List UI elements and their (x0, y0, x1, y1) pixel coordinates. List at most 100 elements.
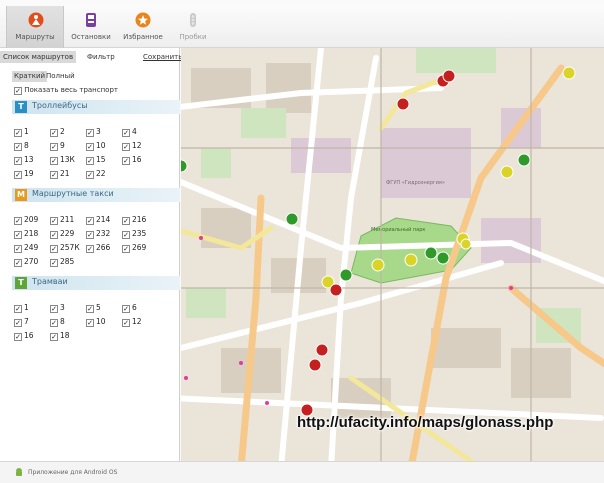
checkbox[interactable]: ✓ (86, 305, 94, 313)
view-full[interactable]: Полный (44, 71, 77, 82)
route-checkbox[interactable]: ✓ 8 (50, 316, 65, 327)
checkbox[interactable]: ✓ (14, 87, 22, 95)
view-short[interactable]: Краткий (12, 71, 48, 82)
route-number: 5 (96, 303, 101, 312)
checkbox[interactable]: ✓ (14, 129, 22, 137)
map-canvas[interactable]: Мемориальный парк ФГУП «Гидроэнергия» (181, 48, 604, 461)
route-checkbox[interactable]: ✓ 257К (50, 242, 80, 253)
route-number: 1 (24, 303, 29, 312)
route-checkbox[interactable]: ✓ 8 (14, 140, 29, 151)
route-checkbox[interactable]: ✓ 7 (14, 316, 29, 327)
checkbox[interactable]: ✓ (50, 259, 58, 267)
checkbox[interactable]: ✓ (122, 143, 130, 151)
route-checkbox[interactable]: ✓ 209 (14, 214, 38, 225)
route-checkbox[interactable]: ✓ 2 (50, 126, 65, 137)
checkbox[interactable]: ✓ (50, 217, 58, 225)
checkbox[interactable]: ✓ (122, 245, 130, 253)
route-checkbox[interactable]: ✓ 16 (122, 154, 142, 165)
checkbox[interactable]: ✓ (50, 171, 58, 179)
checkbox[interactable]: ✓ (122, 217, 130, 225)
route-checkbox[interactable]: ✓ 13 (14, 154, 34, 165)
checkbox[interactable]: ✓ (50, 129, 58, 137)
checkbox[interactable]: ✓ (50, 333, 58, 341)
route-checkbox[interactable]: ✓ 3 (50, 302, 65, 313)
checkbox[interactable]: ✓ (50, 305, 58, 313)
checkbox[interactable]: ✓ (122, 231, 130, 239)
route-checkbox[interactable]: ✓ 232 (86, 228, 110, 239)
checkbox[interactable]: ✓ (86, 157, 94, 165)
route-checkbox[interactable]: ✓ 18 (50, 330, 70, 341)
route-checkbox[interactable]: ✓ 285 (50, 256, 74, 267)
subtab-routes-list[interactable]: Список маршрутов (0, 51, 77, 63)
route-checkbox[interactable]: ✓ 4 (122, 126, 137, 137)
app-window: Маршруты Остановки Избранное Пробки Спис… (0, 0, 604, 483)
route-checkbox[interactable]: ✓ 214 (86, 214, 110, 225)
checkbox[interactable]: ✓ (50, 245, 58, 253)
checkbox[interactable]: ✓ (122, 129, 130, 137)
route-checkbox[interactable]: ✓ 12 (122, 316, 142, 327)
route-checkbox[interactable]: ✓ 211 (50, 214, 74, 225)
checkbox[interactable]: ✓ (14, 157, 22, 165)
trolleybus-badge-icon: Т (15, 101, 27, 113)
route-checkbox[interactable]: ✓ 216 (122, 214, 146, 225)
park-label: Мемориальный парк (371, 226, 425, 233)
checkbox[interactable]: ✓ (86, 171, 94, 179)
checkbox[interactable]: ✓ (14, 231, 22, 239)
category-trolleybus[interactable]: Т Троллейбусы (12, 100, 180, 114)
checkbox[interactable]: ✓ (86, 319, 94, 327)
checkbox[interactable]: ✓ (14, 259, 22, 267)
tab-stops[interactable]: Остановки (62, 6, 120, 48)
route-checkbox[interactable]: ✓ 235 (122, 228, 146, 239)
checkbox[interactable]: ✓ (14, 217, 22, 225)
checkbox[interactable]: ✓ (14, 319, 22, 327)
show-all-transport-checkbox[interactable]: ✓ Показать весь транспорт (14, 86, 118, 95)
route-number: 13К (60, 155, 75, 164)
route-checkbox[interactable]: ✓ 229 (50, 228, 74, 239)
checkbox[interactable]: ✓ (50, 319, 58, 327)
checkbox[interactable]: ✓ (86, 143, 94, 151)
route-checkbox[interactable]: ✓ 6 (122, 302, 137, 313)
checkbox[interactable]: ✓ (14, 305, 22, 313)
route-checkbox[interactable]: ✓ 12 (122, 140, 142, 151)
category-minibus[interactable]: М Маршрутные такси (12, 188, 180, 202)
route-checkbox[interactable]: ✓ 16 (14, 330, 34, 341)
route-checkbox[interactable]: ✓ 1 (14, 302, 29, 313)
checkbox[interactable]: ✓ (50, 157, 58, 165)
route-checkbox[interactable]: ✓ 218 (14, 228, 38, 239)
checkbox[interactable]: ✓ (122, 157, 130, 165)
route-checkbox[interactable]: ✓ 1 (14, 126, 29, 137)
tab-traffic[interactable]: Пробки (164, 6, 222, 48)
tab-routes[interactable]: Маршруты (6, 6, 64, 48)
checkbox[interactable]: ✓ (122, 319, 130, 327)
route-checkbox[interactable]: ✓ 249 (14, 242, 38, 253)
checkbox[interactable]: ✓ (50, 231, 58, 239)
route-checkbox[interactable]: ✓ 10 (86, 140, 106, 151)
checkbox[interactable]: ✓ (122, 305, 130, 313)
route-checkbox[interactable]: ✓ 10 (86, 316, 106, 327)
category-tram[interactable]: Т Трамваи (12, 276, 180, 290)
checkbox[interactable]: ✓ (86, 231, 94, 239)
route-number: 257К (60, 243, 80, 252)
checkbox[interactable]: ✓ (86, 217, 94, 225)
checkbox[interactable]: ✓ (14, 245, 22, 253)
route-checkbox[interactable]: ✓ 9 (50, 140, 65, 151)
city-map[interactable]: Мемориальный парк ФГУП «Гидроэнергия» ht… (181, 48, 604, 461)
route-checkbox[interactable]: ✓ 15 (86, 154, 106, 165)
route-checkbox[interactable]: ✓ 3 (86, 126, 101, 137)
route-checkbox[interactable]: ✓ 21 (50, 168, 70, 179)
route-checkbox[interactable]: ✓ 266 (86, 242, 110, 253)
route-checkbox[interactable]: ✓ 22 (86, 168, 106, 179)
route-checkbox[interactable]: ✓ 270 (14, 256, 38, 267)
route-checkbox[interactable]: ✓ 269 (122, 242, 146, 253)
route-checkbox[interactable]: ✓ 5 (86, 302, 101, 313)
checkbox[interactable]: ✓ (50, 143, 58, 151)
subtab-filter[interactable]: Фильтр (84, 51, 118, 63)
checkbox[interactable]: ✓ (14, 333, 22, 341)
checkbox[interactable]: ✓ (14, 143, 22, 151)
save-button[interactable]: Сохранить (140, 51, 185, 63)
checkbox[interactable]: ✓ (86, 245, 94, 253)
route-checkbox[interactable]: ✓ 19 (14, 168, 34, 179)
route-checkbox[interactable]: ✓ 13К (50, 154, 75, 165)
checkbox[interactable]: ✓ (86, 129, 94, 137)
checkbox[interactable]: ✓ (14, 171, 22, 179)
